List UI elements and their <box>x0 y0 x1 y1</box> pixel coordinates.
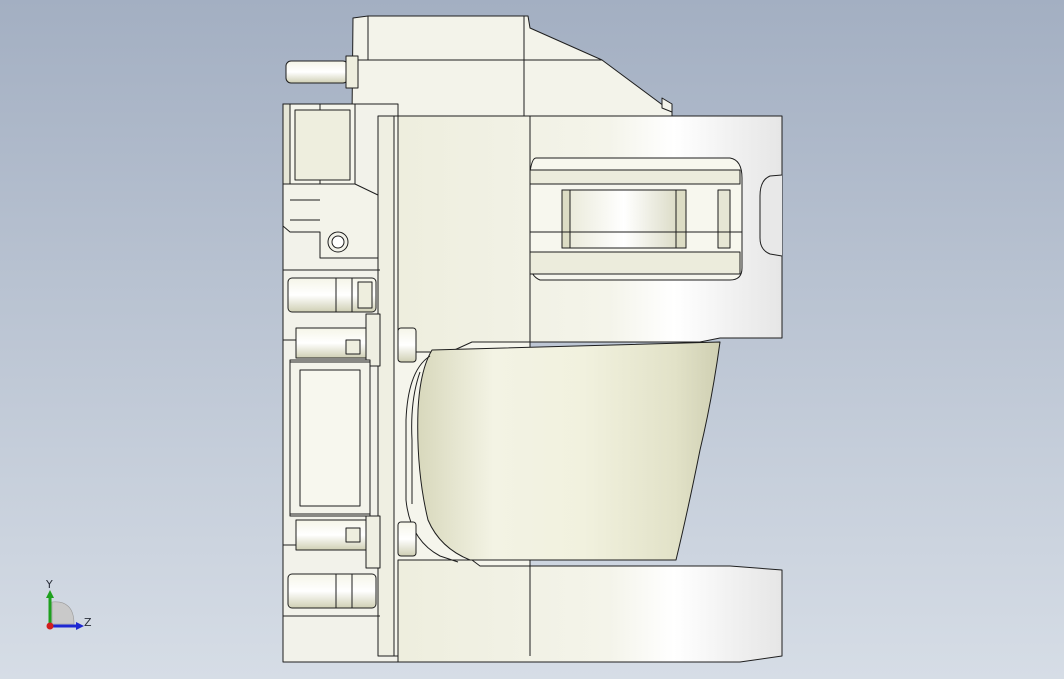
z-axis-label: Z <box>84 616 92 629</box>
lower-pin <box>287 573 377 609</box>
graphics-viewport[interactable]: Y Z <box>0 0 1064 679</box>
air-fitting <box>285 60 349 84</box>
top-housing <box>351 15 673 119</box>
inner-roller <box>561 189 687 249</box>
axis-triad: Y Z <box>40 578 100 638</box>
cone-finger <box>417 341 721 561</box>
cad-model[interactable] <box>0 0 1064 679</box>
lower-jaw <box>397 559 783 663</box>
y-axis-label: Y <box>46 578 53 591</box>
